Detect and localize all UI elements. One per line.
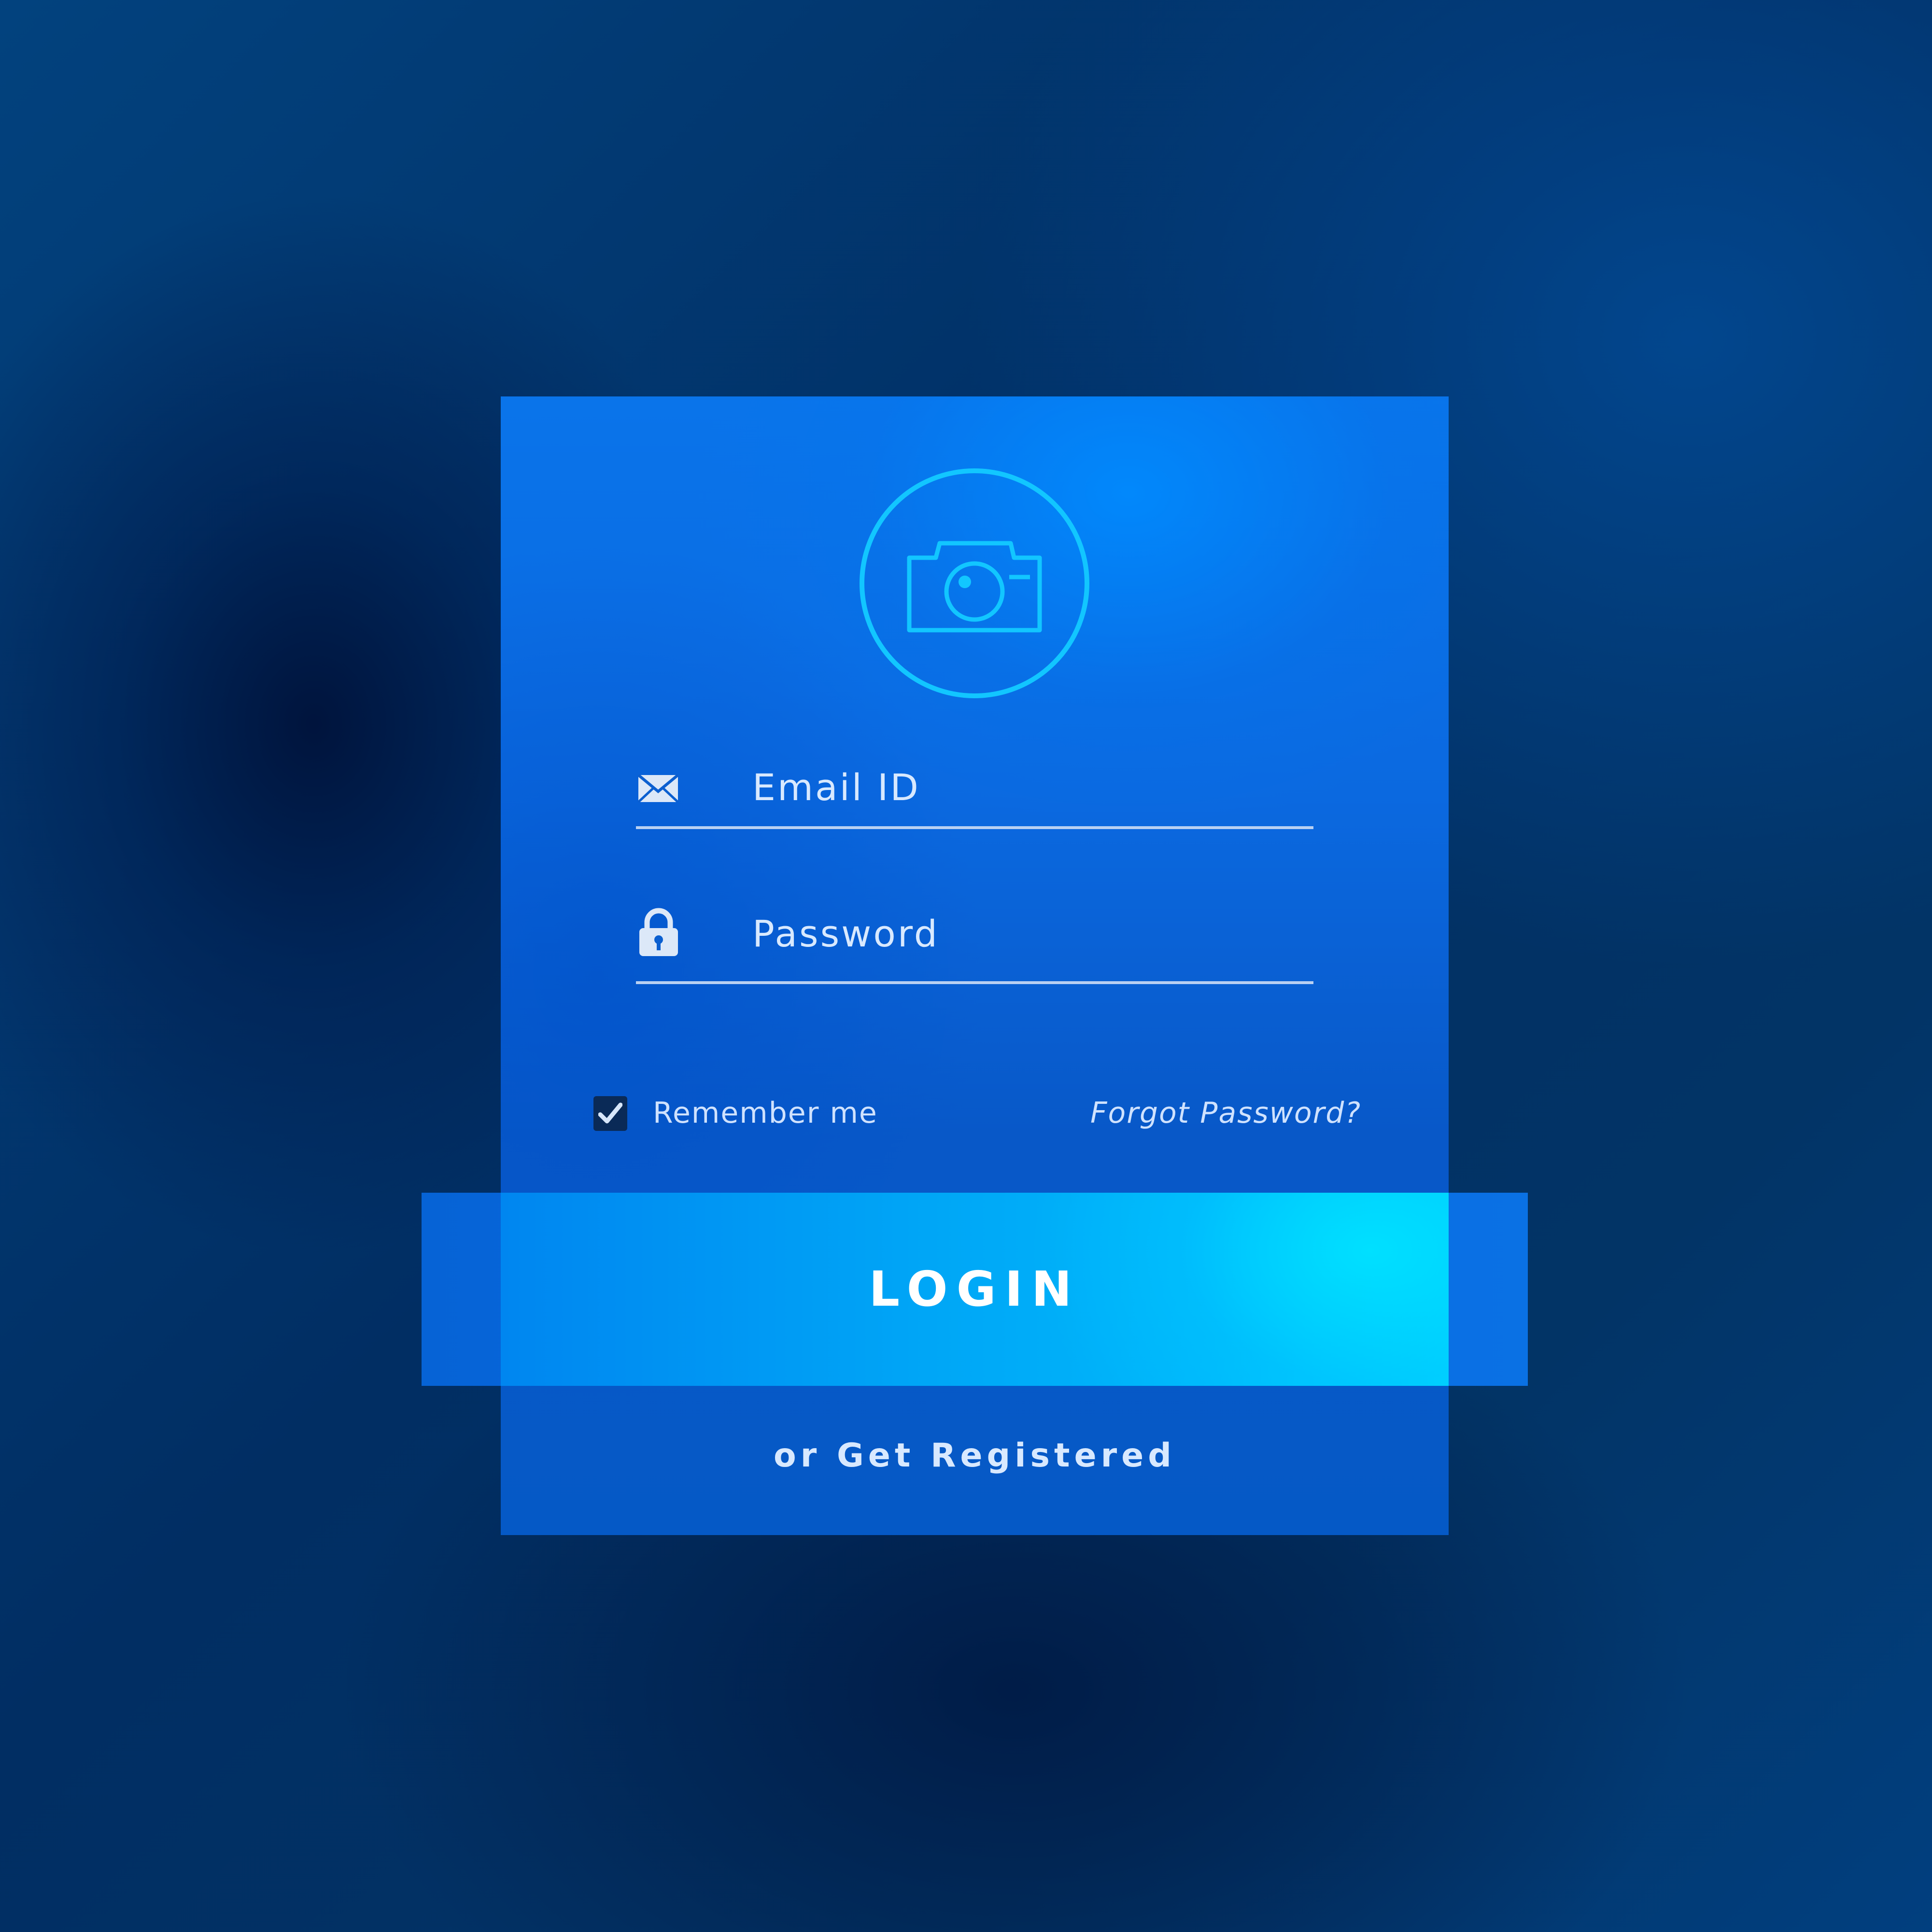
- email-underline: [636, 826, 1313, 829]
- password-field[interactable]: [752, 904, 1308, 962]
- register-link[interactable]: or Get Registered: [501, 1432, 1449, 1480]
- avatar[interactable]: [860, 468, 1089, 698]
- checkmark-icon: [598, 1102, 622, 1124]
- login-button[interactable]: LOGIN: [501, 1193, 1449, 1386]
- camera-icon: [907, 541, 1042, 633]
- remember-checkbox[interactable]: [593, 1096, 627, 1131]
- forgot-password-link[interactable]: Forgot Password?: [1090, 1094, 1361, 1132]
- password-underline: [636, 981, 1313, 984]
- envelope-icon: [637, 774, 679, 805]
- remember-label: Remember me: [653, 1096, 878, 1130]
- lock-icon: [638, 908, 679, 959]
- email-field[interactable]: [752, 758, 1308, 816]
